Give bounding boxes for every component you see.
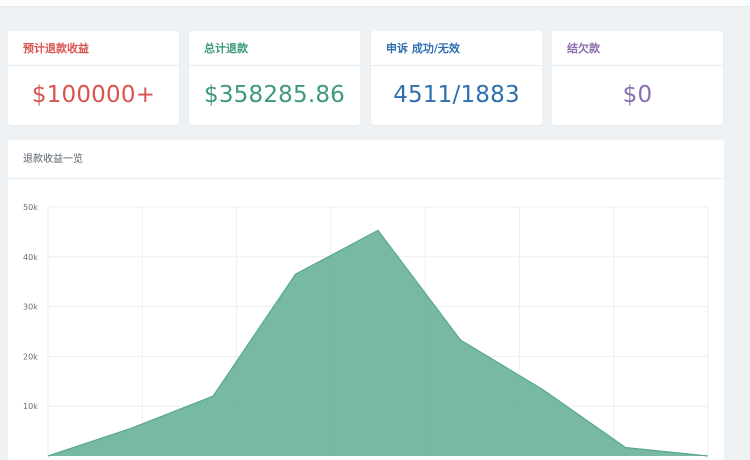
y-tick-label: 40k	[23, 253, 38, 262]
top-toolbar-strip	[0, 0, 750, 7]
refund-chart-panel: 退款收益一览 10k20k30k40k50k	[8, 140, 724, 460]
stats-row: 预计退款收益 $100000+ 总计退款 $358285.86 申诉 成功/无效…	[8, 31, 724, 125]
refund-area-chart: 10k 20k 30k 40k 50k	[8, 140, 724, 460]
stat-card-appeals: 申诉 成功/无效 4511/1883	[371, 31, 542, 125]
stat-label: 申诉 成功/无效	[371, 31, 542, 66]
stat-card-outstanding: 结欠款 $0	[552, 31, 723, 125]
stat-label: 总计退款	[189, 31, 360, 66]
stat-value: $358285.86	[189, 66, 360, 125]
stat-value: 4511/1883	[371, 66, 542, 125]
stat-value: $0	[552, 66, 723, 125]
stat-card-expected-refund: 预计退款收益 $100000+	[8, 31, 179, 125]
stat-card-total-refund: 总计退款 $358285.86	[189, 31, 360, 125]
y-tick-label: 10k	[23, 402, 38, 411]
y-tick-label: 50k	[23, 203, 38, 212]
stat-label: 结欠款	[552, 31, 723, 66]
y-tick-label: 30k	[23, 303, 38, 312]
stat-value: $100000+	[8, 66, 179, 125]
stat-label: 预计退款收益	[8, 31, 179, 66]
y-tick-label: 20k	[23, 352, 38, 361]
